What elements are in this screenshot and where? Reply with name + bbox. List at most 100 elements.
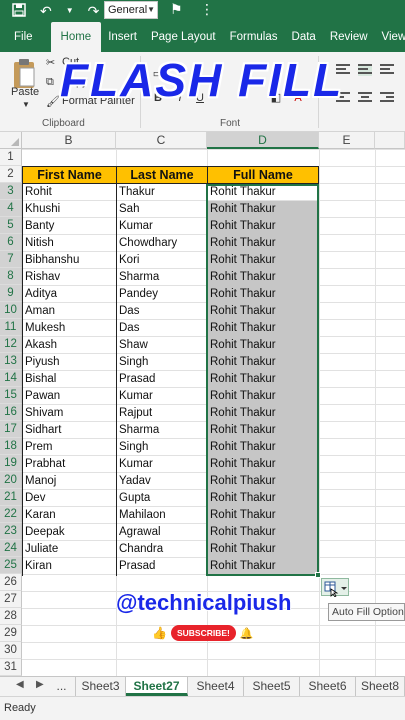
align-bottom-icon[interactable] — [380, 64, 394, 76]
row-header[interactable]: 8 — [0, 268, 22, 285]
row-header[interactable]: 19 — [0, 455, 22, 472]
redo-icon[interactable]: ↷ — [88, 4, 100, 18]
sheet-tab-more[interactable]: ... — [48, 677, 76, 696]
cell-first-name[interactable]: Kiran — [22, 558, 116, 575]
cell-last-name[interactable]: Das — [116, 303, 207, 320]
cell-first-name[interactable]: Bibhanshu — [22, 252, 116, 269]
row-header[interactable]: 7 — [0, 251, 22, 268]
row-header[interactable]: 23 — [0, 523, 22, 540]
cell-last-name[interactable]: Kori — [116, 252, 207, 269]
cell-last-name[interactable]: Singh — [116, 439, 207, 456]
row-header[interactable]: 30 — [0, 642, 22, 659]
cell-first-name[interactable]: Juliate — [22, 541, 116, 558]
cut-icon[interactable]: ✂ — [46, 56, 55, 69]
select-all-corner[interactable] — [0, 132, 22, 149]
cell-first-name[interactable]: Dev — [22, 490, 116, 507]
cell-first-name[interactable]: Rohit — [22, 184, 116, 201]
number-format-select[interactable]: General ▼ — [104, 1, 158, 19]
tab-file[interactable]: File — [0, 22, 51, 52]
row-header[interactable]: 29 — [0, 625, 22, 642]
header-first-name[interactable]: First Name — [22, 166, 117, 184]
row-header[interactable]: 17 — [0, 421, 22, 438]
row-header[interactable]: 6 — [0, 234, 22, 251]
row-header[interactable]: 16 — [0, 404, 22, 421]
row-header[interactable]: 13 — [0, 353, 22, 370]
save-icon[interactable] — [12, 3, 26, 19]
cell-last-name[interactable]: Singh — [116, 354, 207, 371]
cell-last-name[interactable]: Gupta — [116, 490, 207, 507]
row-header[interactable]: 21 — [0, 489, 22, 506]
header-full-name[interactable]: Full Name — [207, 166, 319, 184]
tab-formulas[interactable]: Formulas — [223, 22, 285, 52]
sheet-tab-sheet3[interactable]: Sheet3 — [76, 677, 126, 696]
column-header-d[interactable]: D — [207, 132, 319, 149]
cell-first-name[interactable]: Aditya — [22, 286, 116, 303]
tab-data[interactable]: Data — [285, 22, 323, 52]
row-header[interactable]: 20 — [0, 472, 22, 489]
cell-first-name[interactable]: Shivam — [22, 405, 116, 422]
tab-review[interactable]: Review — [323, 22, 375, 52]
cell-last-name[interactable]: Shaw — [116, 337, 207, 354]
prev-sheet-icon[interactable]: ◀ — [16, 679, 24, 690]
cell-first-name[interactable]: Deepak — [22, 524, 116, 541]
cell-last-name[interactable]: Sharma — [116, 269, 207, 286]
cell-last-name[interactable]: Kumar — [116, 456, 207, 473]
row-header[interactable]: 14 — [0, 370, 22, 387]
align-right-icon[interactable] — [380, 92, 394, 104]
cell-first-name[interactable]: Pawan — [22, 388, 116, 405]
cell-first-name[interactable]: Nitish — [22, 235, 116, 252]
cell-first-name[interactable]: Mukesh — [22, 320, 116, 337]
cell-last-name[interactable]: Prasad — [116, 371, 207, 388]
row-header[interactable]: 31 — [0, 659, 22, 676]
customize-toolbar-icon[interactable]: ⋮ — [200, 1, 214, 18]
row-header[interactable]: 9 — [0, 285, 22, 302]
row-header[interactable]: 3 — [0, 183, 22, 200]
tab-view[interactable]: View — [375, 22, 405, 52]
undo-icon[interactable]: ↶ — [40, 4, 52, 18]
cell-last-name[interactable]: Pandey — [116, 286, 207, 303]
cell-last-name[interactable]: Mahilaon — [116, 507, 207, 524]
sheet-tab-sheet27[interactable]: Sheet27 — [126, 677, 188, 696]
cell-first-name[interactable]: Bishal — [22, 371, 116, 388]
row-header[interactable]: 25 — [0, 557, 22, 574]
cell-last-name[interactable]: Yadav — [116, 473, 207, 490]
paste-dropdown-icon[interactable]: ▼ — [22, 100, 30, 109]
cell-first-name[interactable]: Karan — [22, 507, 116, 524]
column-header-f[interactable] — [375, 132, 405, 149]
sheet-tab-sheet8[interactable]: Sheet8 — [356, 677, 405, 696]
next-sheet-icon[interactable]: ▶ — [36, 679, 44, 690]
cell-first-name[interactable]: Aman — [22, 303, 116, 320]
cell-first-name[interactable]: Piyush — [22, 354, 116, 371]
sheet-tab-sheet4[interactable]: Sheet4 — [188, 677, 244, 696]
cell-last-name[interactable]: Sah — [116, 201, 207, 218]
cell-first-name[interactable]: Khushi — [22, 201, 116, 218]
row-header[interactable]: 26 — [0, 574, 22, 591]
column-header-b[interactable]: B — [22, 132, 116, 149]
cell-first-name[interactable]: Banty — [22, 218, 116, 235]
row-header[interactable]: 12 — [0, 336, 22, 353]
cell-last-name[interactable]: Sharma — [116, 422, 207, 439]
column-header-c[interactable]: C — [116, 132, 207, 149]
undo-dropdown-icon[interactable]: ▼ — [66, 7, 74, 15]
header-last-name[interactable]: Last Name — [116, 166, 208, 184]
sheet-tab-sheet5[interactable]: Sheet5 — [244, 677, 300, 696]
pin-icon[interactable]: ⚑ — [170, 1, 183, 18]
row-header[interactable]: 1 — [0, 149, 22, 166]
row-header[interactable]: 10 — [0, 302, 22, 319]
row-header[interactable]: 4 — [0, 200, 22, 217]
row-header[interactable]: 27 — [0, 591, 22, 608]
cell-last-name[interactable]: Prasad — [116, 558, 207, 575]
row-header[interactable]: 28 — [0, 608, 22, 625]
column-header-e[interactable]: E — [319, 132, 375, 149]
cell-first-name[interactable]: Prabhat — [22, 456, 116, 473]
row-header[interactable]: 5 — [0, 217, 22, 234]
cell-first-name[interactable]: Sidhart — [22, 422, 116, 439]
cell-last-name[interactable]: Chowdhary — [116, 235, 207, 252]
row-header[interactable]: 11 — [0, 319, 22, 336]
tab-home[interactable]: Home — [50, 22, 102, 52]
row-header[interactable]: 24 — [0, 540, 22, 557]
cell-first-name[interactable]: Manoj — [22, 473, 116, 490]
align-middle-icon[interactable] — [358, 64, 372, 76]
row-header[interactable]: 22 — [0, 506, 22, 523]
paste-button[interactable]: Paste — [11, 86, 39, 98]
